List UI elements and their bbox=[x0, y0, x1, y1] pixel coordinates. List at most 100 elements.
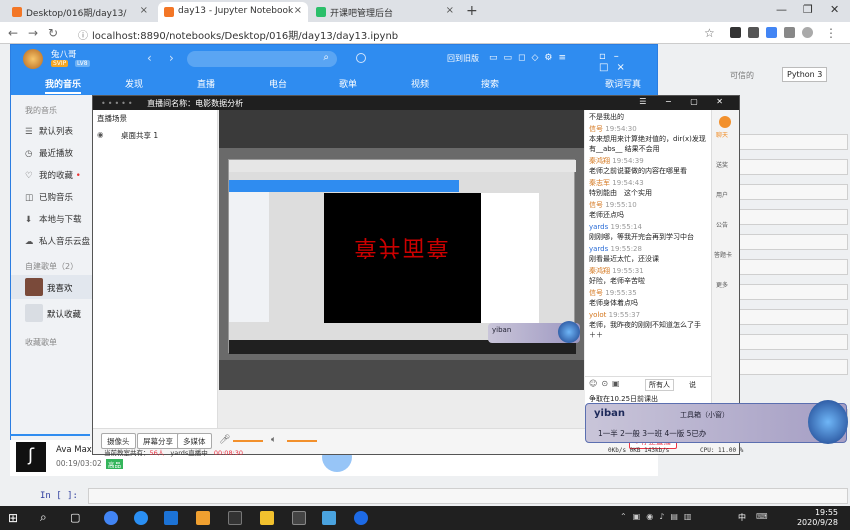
tab-title: day13 - Jupyter Notebook bbox=[178, 6, 294, 16]
new-tab-button[interactable]: + bbox=[466, 3, 478, 19]
sidebar-item-local[interactable]: ⬇ 本地与下载 bbox=[25, 213, 82, 225]
chat-message: yolot 19:55:37 老师，我昨夜的刚刚不知道怎么了手＋＋ bbox=[589, 311, 701, 339]
tab-radio[interactable]: 电台 bbox=[269, 77, 287, 90]
window-controls[interactable]: ▫–□× bbox=[599, 51, 657, 73]
tab-my-music[interactable]: 我的音乐 bbox=[45, 77, 82, 94]
listen-icon[interactable] bbox=[356, 53, 366, 63]
live-stream-window: ••••• 直播间名称：电影数据分析 ☰ − ▢ ✕ 直播场景 ◉ 桌面共享 1… bbox=[92, 95, 740, 455]
eye-icon[interactable]: ◉ bbox=[97, 130, 104, 139]
scene-item[interactable]: 桌面共享 1 bbox=[121, 130, 158, 141]
tool-label[interactable]: 用户 bbox=[716, 190, 728, 199]
reload-icon[interactable]: ↻ bbox=[48, 26, 58, 40]
speaker-volume-slider[interactable] bbox=[287, 440, 317, 442]
username[interactable]: 兔八哥 bbox=[51, 48, 77, 60]
lyric-button[interactable]: 歌词写真 bbox=[605, 77, 641, 90]
cpu-status: CPU: 11.00 % bbox=[700, 447, 744, 454]
emoji-icon[interactable]: ☺⊙▣ bbox=[589, 379, 624, 388]
tool-label[interactable]: 送奖 bbox=[716, 160, 728, 169]
minimize-icon[interactable]: — bbox=[776, 3, 787, 16]
song-title[interactable]: Ava Max bbox=[56, 445, 92, 455]
playlist-label: 默认收藏 bbox=[47, 310, 82, 320]
tab-live[interactable]: 直播 bbox=[197, 77, 215, 90]
extension-icon[interactable] bbox=[730, 27, 741, 38]
app-icon[interactable] bbox=[260, 511, 274, 525]
search-icon[interactable]: ⌕ bbox=[323, 52, 329, 63]
ime-indicator[interactable]: 中 bbox=[738, 512, 746, 523]
terminal-icon[interactable] bbox=[228, 511, 242, 525]
ime-candidates[interactable]: 1一半 2一般 3一班 4一版 5已办 bbox=[598, 428, 706, 439]
sidebar-item-default-list[interactable]: ☰ 默认列表 bbox=[25, 125, 73, 137]
app-icon[interactable] bbox=[196, 511, 210, 525]
cloud-icon: ☁ bbox=[25, 237, 34, 247]
browser-tab-active[interactable]: day13 - Jupyter Notebook × bbox=[158, 2, 308, 22]
album-cover[interactable]: ʃ bbox=[16, 442, 46, 472]
close-icon[interactable]: × bbox=[140, 5, 148, 16]
chrome-icon[interactable] bbox=[104, 511, 118, 525]
chat-tool-icon[interactable] bbox=[719, 116, 731, 128]
app-icon[interactable] bbox=[134, 511, 148, 525]
header-tool-icons[interactable]: ▭▭◻◇⚙≡ bbox=[489, 53, 572, 63]
back-icon[interactable]: ← bbox=[8, 26, 18, 40]
old-version-link[interactable]: 回到旧版 bbox=[447, 53, 479, 64]
chat-send-label[interactable]: 说 bbox=[689, 380, 696, 390]
forward-icon[interactable]: → bbox=[28, 26, 38, 40]
app-icon[interactable] bbox=[322, 511, 336, 525]
profile-avatar[interactable] bbox=[802, 27, 813, 38]
windows-start-icon[interactable]: ⊞ bbox=[8, 511, 18, 525]
tab-search[interactable]: 搜索 bbox=[481, 77, 499, 90]
tool-label[interactable]: 答题卡 bbox=[714, 250, 732, 259]
extension-icon[interactable] bbox=[748, 27, 759, 38]
trusted-indicator[interactable]: 可信的 bbox=[730, 70, 754, 81]
tool-label[interactable]: 更多 bbox=[716, 280, 728, 289]
menu-icon[interactable]: ⋮ bbox=[825, 26, 837, 40]
url-field[interactable]: ⓘ localhost:8890/notebooks/Desktop/016期/d… bbox=[74, 25, 694, 42]
extensions-puzzle-icon[interactable] bbox=[784, 27, 795, 38]
speaker-icon[interactable]: 🔈︎ bbox=[271, 435, 276, 445]
mic-volume-slider[interactable] bbox=[233, 440, 263, 442]
tab-video[interactable]: 视频 bbox=[411, 77, 429, 90]
sidebar-item-recent[interactable]: ◷ 最近播放 bbox=[25, 147, 73, 159]
bookmark-star-icon[interactable]: ☆ bbox=[704, 26, 715, 40]
forward-icon[interactable]: › bbox=[169, 51, 174, 65]
extension-icon[interactable] bbox=[766, 27, 777, 38]
chat-scope-select[interactable]: 所有人 bbox=[645, 379, 674, 391]
sidebar-item-liked[interactable]: 我喜欢 bbox=[11, 275, 95, 299]
close-icon[interactable]: × bbox=[446, 5, 454, 16]
avatar[interactable] bbox=[23, 49, 43, 69]
app-icon[interactable] bbox=[354, 511, 368, 525]
browser-tab[interactable]: Desktop/016期/day13/ × bbox=[6, 2, 154, 22]
sidebar-item-favorites[interactable]: ♡ 我的收藏 • bbox=[25, 169, 81, 181]
window-controls[interactable]: ☰ − ▢ ✕ bbox=[639, 97, 731, 106]
search-icon[interactable]: ⌕ bbox=[40, 510, 47, 525]
task-view-icon[interactable]: ▢ bbox=[70, 511, 80, 524]
system-tray-icons[interactable]: ⌃▣◉♪▤▥ bbox=[620, 512, 697, 521]
back-icon[interactable]: ‹ bbox=[147, 51, 152, 65]
tab-discover[interactable]: 发现 bbox=[125, 77, 143, 90]
app-icon[interactable] bbox=[164, 511, 178, 525]
sidebar-section-title: 自建歌单（2） bbox=[25, 262, 79, 271]
tool-label[interactable]: 公告 bbox=[716, 220, 728, 229]
clock-icon: ◷ bbox=[25, 149, 33, 159]
tool-label[interactable]: 聊天 bbox=[716, 130, 728, 139]
close-window-icon[interactable]: ✕ bbox=[830, 3, 839, 16]
browser-tab[interactable]: 开课吧管理后台 × bbox=[310, 2, 460, 22]
sidebar-item-purchased[interactable]: ◫ 已购音乐 bbox=[25, 191, 73, 203]
maximize-icon[interactable]: ❐ bbox=[803, 3, 813, 16]
tab-playlists[interactable]: 歌单 bbox=[339, 77, 357, 90]
mic-icon[interactable]: 🎤︎ bbox=[219, 435, 230, 445]
jupyter-icon bbox=[164, 7, 174, 17]
search-input[interactable]: ⌕ bbox=[187, 51, 337, 67]
clock[interactable]: 19:55 2020/9/28 bbox=[797, 508, 838, 528]
overlay-label: yiban bbox=[492, 326, 512, 334]
close-icon[interactable]: × bbox=[294, 5, 302, 16]
chat-message: 秦鸿翔 19:55:31 好险，老师辛苦啦 bbox=[589, 267, 645, 285]
progress-bar[interactable] bbox=[10, 434, 90, 436]
input-method-icon[interactable]: ⌨ bbox=[756, 512, 768, 521]
url-text: localhost:8890/notebooks/Desktop/016期/da… bbox=[92, 31, 399, 42]
sidebar-section-title: 收藏歌单 bbox=[25, 338, 57, 347]
ime-toolbox[interactable]: 工具箱（小窗） bbox=[680, 410, 729, 420]
sidebar-item-default-fav[interactable]: 默认收藏 bbox=[11, 301, 95, 325]
notebook-cell[interactable] bbox=[88, 488, 848, 504]
sidebar-item-cloud[interactable]: ☁ 私人音乐云盘 bbox=[25, 235, 90, 247]
app-icon[interactable] bbox=[292, 511, 306, 525]
